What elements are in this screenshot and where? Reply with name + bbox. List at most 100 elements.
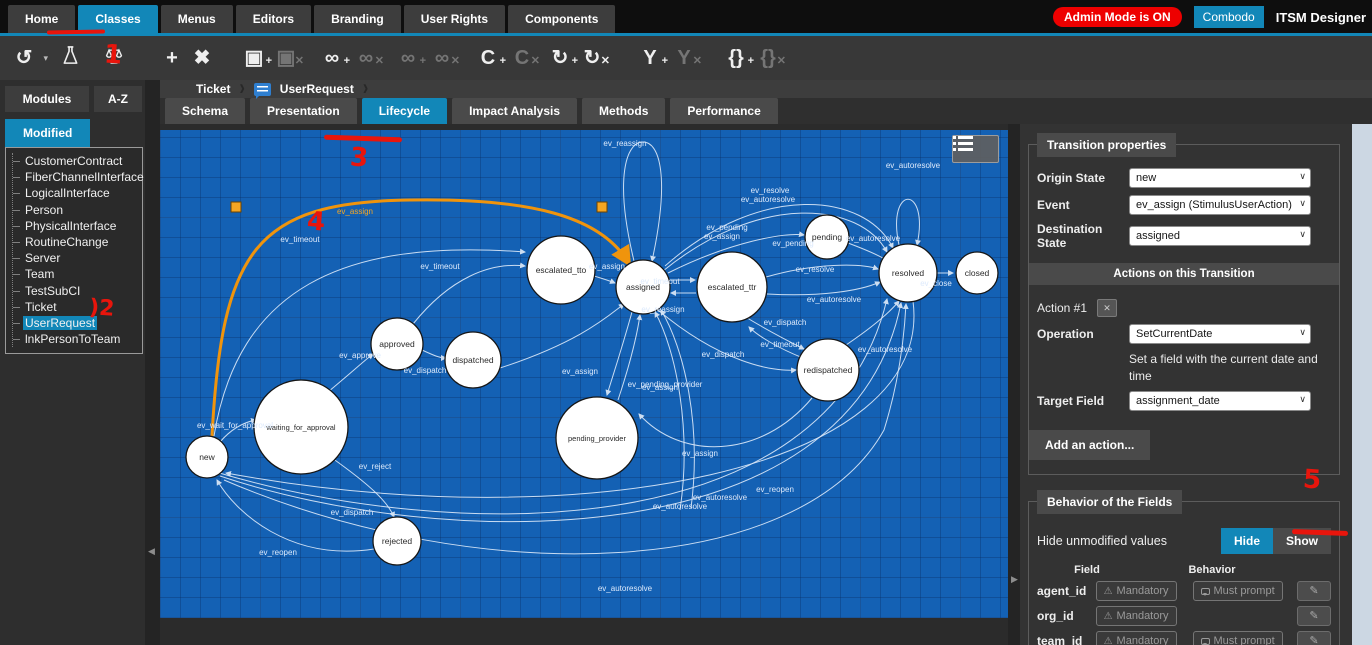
undo-icon[interactable]: ↺▾ [12,48,36,68]
panel-scrollbar[interactable] [1352,124,1372,645]
nav-tab-home[interactable]: Home [8,5,75,33]
delete-class-icon[interactable]: ✖ [190,48,214,68]
sidebar-splitter[interactable]: ◀ [145,80,160,645]
must-prompt-badge[interactable]: Must prompt [1193,631,1283,645]
tab-impact-analysis[interactable]: Impact Analysis [452,98,577,124]
sidebar-tab-modules[interactable]: Modules [5,86,89,112]
delete-field-icon[interactable]: ▣✕ [274,48,298,68]
delete-transition-icon[interactable]: ↻✕ [580,48,604,68]
behavior-column-header: Behavior [1137,564,1287,576]
action-1-label: Action #1 [1037,301,1087,315]
state-label: dispatched [452,355,493,365]
operation-select[interactable]: SetCurrentDate [1129,324,1311,344]
add-lifecycle-icon[interactable]: Y+ [638,48,662,68]
target-field-select[interactable]: assignment_date [1129,391,1311,411]
tab-presentation[interactable]: Presentation [250,98,357,124]
edge-handle[interactable] [597,202,607,212]
transition-label: ev_autoresolve [807,295,862,304]
transition-label: ev_dispatch [702,350,745,359]
lifecycle-diagram[interactable]: newwaiting_for_approvalapproveddispatche… [160,130,1008,618]
state-label: closed [965,268,990,278]
mandatory-badge[interactable]: ⚠Mandatory [1096,606,1177,626]
sidebar-item-routinechange[interactable]: RoutineChange [13,234,142,250]
add-action-button[interactable]: Add an action... [1029,430,1150,460]
must-prompt-badge[interactable]: Must prompt [1193,581,1283,601]
nav-tab-editors[interactable]: Editors [236,5,311,33]
mandatory-badge[interactable]: ⚠Mandatory [1096,581,1177,601]
hide-button[interactable]: Hide [1221,528,1273,554]
sidebar-item-userrequest[interactable]: UserRequest [13,315,142,331]
diagram-list-view-button[interactable] [952,135,999,163]
collapse-right-icon[interactable]: ▶ [1011,574,1018,585]
nav-tab-components[interactable]: Components [508,5,615,33]
edge-handle[interactable] [231,202,241,212]
sidebar-item-testsubci[interactable]: TestSubCI [13,283,142,299]
sidebar-item-physicalinterface[interactable]: PhysicalInterface [13,218,142,234]
breadcrumb-ticket[interactable]: Ticket [196,82,230,96]
transition-label: ev_autoresolve [886,161,941,170]
transition-label: ev_close [920,279,952,288]
actions-on-transition-header: Actions on this Transition [1029,263,1339,285]
delete-preset-icon[interactable]: {}✕ [756,48,780,68]
nav-right: Admin Mode is ON Combodo ITSM Designer [1053,6,1366,28]
delete-link-icon[interactable]: ∞✕ [354,48,378,68]
experiment-flask-icon[interactable] [58,45,82,71]
remove-action-button[interactable]: ✕ [1097,299,1117,317]
transition-label: ev_autoresolve [858,345,913,354]
edit-field-behavior-button[interactable]: ✎ [1297,606,1331,626]
warning-icon: ⚠ [1104,586,1113,597]
delete-external-key-icon[interactable]: ∞✕ [430,48,454,68]
behavior-row-org-id: org_id⚠Mandatory✎ [1037,606,1331,626]
tab-methods[interactable]: Methods [582,98,665,124]
add-state-icon[interactable]: C+ [476,48,500,68]
sidebar-item-logicalinterface[interactable]: LogicalInterface [13,185,142,201]
annotation-step-5: 5 [1302,464,1322,495]
sidebar-tab-a-z[interactable]: A-Z [94,86,142,112]
collapse-left-icon[interactable]: ◀ [148,546,155,557]
list-icon [953,136,973,151]
sidebar-item-person[interactable]: Person [13,202,142,218]
sidebar-item-customercontract[interactable]: CustomerContract [13,153,142,169]
add-preset-icon[interactable]: {}+ [724,48,748,68]
target-field-label: Target Field [1037,394,1129,408]
state-label: new [199,452,215,462]
nav-tab-user-rights[interactable]: User Rights [404,5,505,33]
nav-tab-menus[interactable]: Menus [161,5,233,33]
sidebar-item-ticket[interactable]: Ticket [13,299,142,315]
panel-splitter[interactable]: ▶ [1008,124,1020,645]
origin-state-select[interactable]: new [1129,168,1311,188]
delete-state-icon[interactable]: C✕ [510,48,534,68]
destination-state-select[interactable]: assigned [1129,226,1311,246]
field-name: agent_id [1037,584,1096,598]
sidebar-item-fiberchannelinterface[interactable]: FiberChannelInterface [13,169,142,185]
tab-schema[interactable]: Schema [165,98,245,124]
lifecycle-canvas[interactable]: newwaiting_for_approvalapproveddispatche… [160,130,1008,618]
tab-performance[interactable]: Performance [670,98,777,124]
state-label: pending [812,232,843,242]
sidebar-item-team[interactable]: Team [13,266,142,282]
edit-field-behavior-button[interactable]: ✎ [1297,581,1331,601]
origin-state-label: Origin State [1037,171,1129,185]
add-external-key-icon[interactable]: ∞+ [396,48,420,68]
edit-field-behavior-button[interactable]: ✎ [1297,631,1331,645]
add-field-icon[interactable]: ▣+ [242,48,266,68]
sidebar-item-lnkpersontoteam[interactable]: lnkPersonToTeam [13,331,142,347]
combodo-badge: Combodo [1194,6,1264,28]
transition-label: ev_assign [642,383,678,392]
transition-label: ev_dispatch [331,508,374,517]
transition-label: ev_reject [359,462,392,471]
breadcrumb-userrequest[interactable]: UserRequest [280,82,354,96]
nav-tab-branding[interactable]: Branding [314,5,401,33]
add-class-icon[interactable]: + [160,48,184,68]
event-select[interactable]: ev_assign (StimulusUserAction) [1129,195,1311,215]
sidebar-item-server[interactable]: Server [13,250,142,266]
add-link-icon[interactable]: ∞+ [320,48,344,68]
mandatory-badge[interactable]: ⚠Mandatory [1096,631,1177,645]
tab-lifecycle[interactable]: Lifecycle [362,98,447,124]
sidebar-filter-modified[interactable]: Modified [5,119,90,147]
transition-label: ev_autoresolve [653,502,708,511]
delete-lifecycle-icon[interactable]: Y✕ [672,48,696,68]
state-label: resolved [892,268,924,278]
add-transition-icon[interactable]: ↻+ [548,48,572,68]
undo-dropdown-caret: ▾ [43,48,48,68]
